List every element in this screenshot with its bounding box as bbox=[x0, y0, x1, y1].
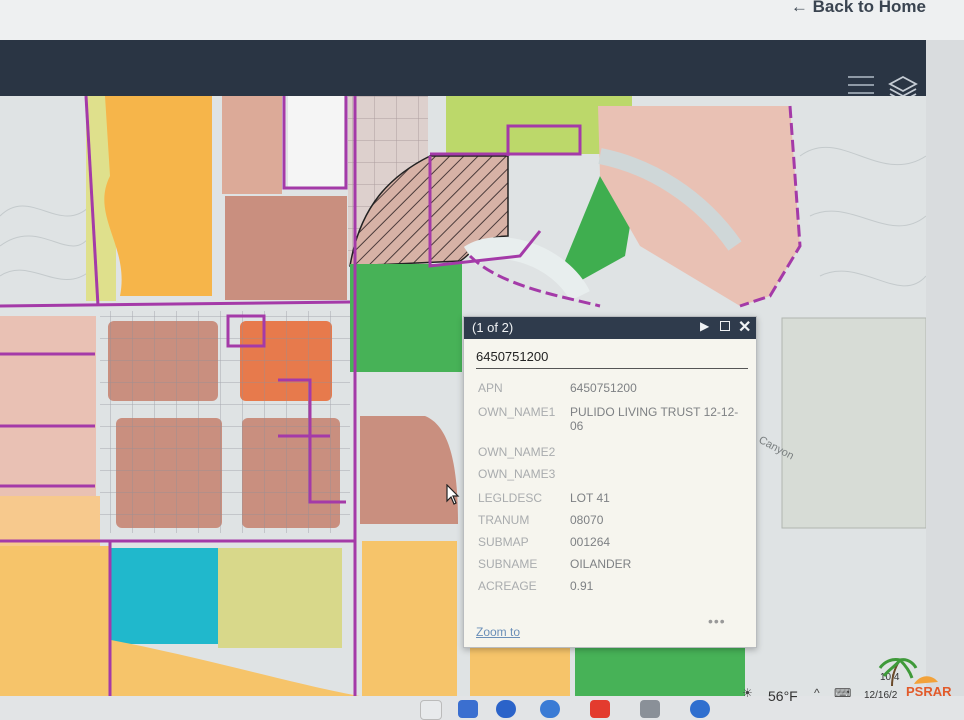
field-label-tranum: TRANUM bbox=[478, 513, 530, 527]
tray-temperature: 56°F bbox=[768, 688, 798, 704]
watermark-text: PSRAR bbox=[906, 684, 952, 699]
screen-right-margin bbox=[926, 40, 964, 700]
popup-title: 6450751200 bbox=[476, 349, 549, 364]
more-options-icon[interactable]: ••• bbox=[708, 613, 726, 629]
parcel-park-green bbox=[350, 264, 462, 372]
taskbar-video-icon[interactable] bbox=[590, 700, 610, 718]
keyboard-icon[interactable]: ⌨ bbox=[834, 686, 851, 700]
zoom-to-link[interactable]: Zoom to bbox=[476, 625, 520, 639]
field-label-subname: SUBNAME bbox=[478, 557, 538, 571]
parcel-pink-top bbox=[222, 96, 282, 194]
parcel-yellowgreen-bottom bbox=[218, 548, 342, 648]
field-label-apn: APN bbox=[478, 381, 503, 395]
field-value-apn: 6450751200 bbox=[570, 381, 637, 395]
taskbar-app-icon-4[interactable] bbox=[540, 700, 560, 718]
popup-divider bbox=[476, 368, 748, 369]
parcel-commercial-top bbox=[225, 196, 347, 300]
taskbar-camera-icon[interactable] bbox=[640, 700, 660, 718]
parcel-info-popup[interactable]: (1 of 2) ▶ ✕ 6450751200 APN 6450751200 O… bbox=[463, 316, 757, 648]
popup-counter: (1 of 2) bbox=[472, 320, 514, 335]
taskbar-app-icon-3[interactable] bbox=[496, 700, 516, 718]
field-value-legldesc: LOT 41 bbox=[570, 491, 610, 505]
close-icon[interactable]: ✕ bbox=[738, 317, 751, 337]
taskbar-help-icon[interactable] bbox=[690, 700, 710, 718]
field-label-own-name3: OWN_NAME3 bbox=[478, 467, 556, 481]
popup-header: (1 of 2) ▶ ✕ bbox=[464, 317, 756, 339]
maximize-icon[interactable] bbox=[720, 321, 730, 331]
field-value-acreage: 0.91 bbox=[570, 579, 594, 593]
weather-icon: ☀ bbox=[742, 686, 753, 700]
lot-grid-mid bbox=[100, 311, 350, 533]
field-label-legldesc: LEGLDESC bbox=[478, 491, 543, 505]
parcel-yellow-bottom bbox=[362, 541, 457, 696]
field-label-own-name2: OWN_NAME2 bbox=[478, 445, 556, 459]
parcel-vacant-right bbox=[781, 317, 926, 529]
chevron-up-icon[interactable]: ^ bbox=[814, 686, 820, 700]
back-to-home-link[interactable]: ← Back to Home bbox=[791, 0, 926, 17]
field-value-tranum: 08070 bbox=[570, 513, 604, 527]
next-arrow-icon[interactable]: ▶ bbox=[700, 319, 709, 333]
taskbar-app-icon-1[interactable] bbox=[420, 700, 442, 720]
field-value-submap: 001264 bbox=[570, 535, 611, 549]
field-label-submap: SUBMAP bbox=[478, 535, 529, 549]
mouse-cursor-icon bbox=[446, 484, 460, 505]
field-label-acreage: ACREAGE bbox=[478, 579, 537, 593]
field-value-own-name1: PULIDO LIVING TRUST 12-12-06 bbox=[570, 405, 739, 433]
map-header-bar bbox=[0, 40, 926, 96]
field-label-own-name1: OWN_NAME1 bbox=[478, 405, 556, 419]
browser-top-strip: ← Back to Home bbox=[0, 0, 964, 40]
field-value-subname: OILANDER bbox=[570, 557, 632, 571]
parcel-white-top bbox=[288, 96, 344, 188]
taskbar-app-icon-2[interactable] bbox=[458, 700, 478, 718]
parcel-cyan bbox=[110, 548, 218, 644]
